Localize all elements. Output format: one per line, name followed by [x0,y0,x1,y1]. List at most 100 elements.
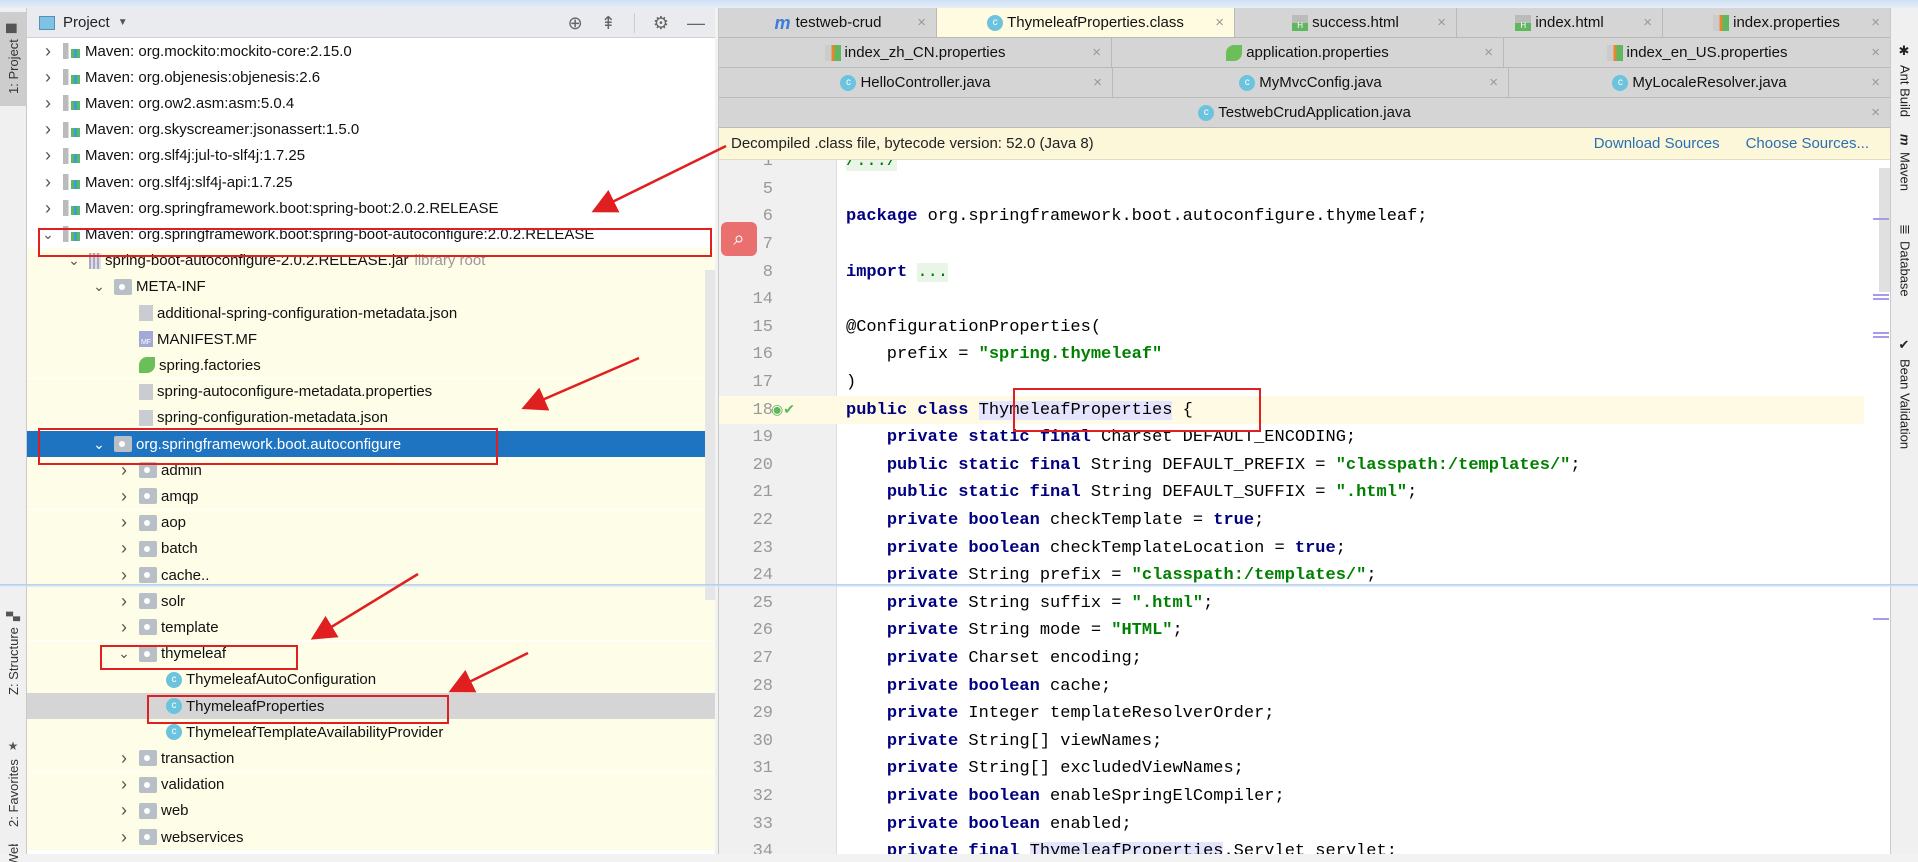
chevron-down-icon[interactable]: ⌄ [117,645,131,662]
tree-item[interactable]: › validation [27,771,715,798]
tool-tab-structure[interactable]: Z: Structure ▞ [0,598,27,708]
tree-item[interactable]: › aop [27,509,715,536]
close-icon[interactable]: × [1871,74,1880,91]
tree-item[interactable]: MF MANIFEST.MF [27,326,715,353]
tree-item[interactable]: ⌄ thymeleaf [27,640,715,667]
editor-tab[interactable]: c TestwebCrudApplication.java × [719,98,1891,127]
tree-item[interactable]: spring.factories [27,352,715,379]
chevron-right-icon[interactable]: › [117,486,131,507]
error-stripe-mark[interactable] [1873,294,1889,296]
tree-item[interactable]: › template [27,614,715,641]
tree-item[interactable]: › batch [27,535,715,562]
editor-tab[interactable]: c MyLocaleResolver.java × [1509,68,1891,97]
tree-item[interactable]: ⌄ META-INF [27,273,715,300]
chevron-right-icon[interactable]: › [41,145,55,166]
tree-item[interactable]: ⌄ Maven: org.springframework.boot:spring-… [27,221,715,247]
editor-tab[interactable]: c MyMvcConfig.java × [1113,68,1509,97]
editor-tab[interactable]: index.properties × [1663,8,1891,37]
implemented-gutter-icon[interactable]: ◉✔ [771,402,795,419]
chevron-down-icon[interactable]: ⌄ [92,436,106,453]
close-icon[interactable]: × [917,14,926,31]
tree-item[interactable]: c ThymeleafTemplateAvailabilityProvider [27,719,715,746]
chevron-right-icon[interactable]: › [117,460,131,481]
chevron-right-icon[interactable]: › [41,41,55,62]
error-stripe-mark[interactable] [1873,218,1889,220]
tree-item[interactable]: › Maven: org.mockito:mockito-core:2.15.0 [27,38,715,64]
tree-item[interactable]: › transaction [27,745,715,772]
tree-item[interactable]: › Maven: org.ow2.asm:asm:5.0.4 [27,90,715,116]
chevron-down-icon[interactable]: ⌄ [92,278,106,295]
chevron-right-icon[interactable]: › [117,800,131,821]
chevron-right-icon[interactable]: › [41,172,55,193]
close-icon[interactable]: × [1215,14,1224,31]
tool-tab-maven[interactable]: m Maven [1891,134,1918,204]
tree-item[interactable]: › Maven: org.slf4j:slf4j-api:1.7.25 [27,169,715,195]
project-scrollbar[interactable] [705,270,715,600]
editor-tab[interactable]: Hsuccess.html × [1235,8,1457,37]
editor-tab[interactable]: c HelloController.java × [719,68,1113,97]
close-icon[interactable]: × [1643,14,1652,31]
tool-tab-ant-build[interactable]: ✱ Ant Build [1891,44,1918,134]
editor-tab[interactable]: Hindex.html × [1457,8,1663,37]
chevron-right-icon[interactable]: › [41,198,55,219]
close-icon[interactable]: × [1871,104,1880,121]
close-icon[interactable]: × [1484,44,1493,61]
tool-tab-favorites[interactable]: 2: Favorites ★ [0,728,27,838]
editor-tab[interactable]: index_zh_CN.properties × [719,38,1112,67]
editor-tab[interactable]: m testweb-crud × [719,8,937,37]
tree-item[interactable]: ⌄ spring-boot-autoconfigure-2.0.2.RELEASE… [27,247,715,274]
editor-tab[interactable]: application.properties × [1112,38,1504,67]
chevron-right-icon[interactable]: › [117,748,131,769]
chevron-down-icon[interactable]: ⌄ [41,226,55,243]
minimize-icon[interactable]: — [687,13,705,34]
project-view-selector[interactable]: Project [63,14,110,31]
choose-sources-link[interactable]: Choose Sources... [1746,135,1869,152]
close-icon[interactable]: × [1489,74,1498,91]
tree-item[interactable]: c ThymeleafAutoConfiguration [27,666,715,693]
chevron-right-icon[interactable]: › [117,512,131,533]
code-editor[interactable]: 1 /.../ 5 6 package org.springframework.boot… [719,160,1891,854]
chevron-right-icon[interactable]: › [41,93,55,114]
tree-item[interactable]: › Maven: org.skyscreamer:jsonassert:1.5.0 [27,117,715,143]
gear-icon[interactable]: ⚙ [653,13,669,34]
tree-item[interactable]: spring-configuration-metadata.json [27,404,715,431]
tree-item[interactable]: › webservices [27,824,715,850]
tool-tab-web[interactable]: Web [0,844,27,862]
tool-tab-bean-validation[interactable]: ✔ Bean Validation [1891,338,1918,468]
tree-item[interactable]: › solr [27,588,715,615]
error-stripe-mark[interactable] [1873,332,1889,334]
tool-tab-database[interactable]: ≣ Database [1891,224,1918,308]
tree-item[interactable]: › admin [27,457,715,484]
locate-icon[interactable]: ⊕ [568,13,583,34]
chevron-right-icon[interactable]: › [41,67,55,88]
chevron-right-icon[interactable]: › [117,617,131,638]
editor-scrollbar[interactable] [1873,160,1891,854]
chevron-right-icon[interactable]: › [117,565,131,586]
search-icon[interactable]: ⌕ [721,222,757,256]
chevron-right-icon[interactable]: › [117,774,131,795]
tool-tab-project[interactable]: 1: Project ▆ [0,12,27,106]
tree-item[interactable]: › amqp [27,483,715,510]
tree-item[interactable]: ⌄ org.springframework.boot.autoconfigure [27,431,715,457]
close-icon[interactable]: × [1437,14,1446,31]
close-icon[interactable]: × [1871,44,1880,61]
tree-item[interactable]: › web [27,797,715,824]
editor-tab[interactable]: c ThymeleafProperties.class × [937,8,1235,37]
tree-item[interactable]: › Maven: org.springframework.boot:spring-… [27,195,715,221]
tree-item[interactable]: c ThymeleafProperties [27,693,715,719]
collapse-all-icon[interactable]: ⇞ [601,13,616,34]
chevron-down-icon[interactable]: ▼ [118,17,128,28]
tree-item[interactable]: spring-autoconfigure-metadata.properties [27,378,715,405]
download-sources-link[interactable]: Download Sources [1594,135,1720,152]
error-stripe-mark[interactable] [1873,336,1889,338]
close-icon[interactable]: × [1092,44,1101,61]
chevron-right-icon[interactable]: › [117,827,131,848]
error-stripe-mark[interactable] [1873,618,1889,620]
chevron-down-icon[interactable]: ⌄ [67,252,81,269]
tree-item[interactable]: additional-spring-configuration-metadata… [27,300,715,326]
error-stripe-mark[interactable] [1873,298,1889,300]
editor-tab[interactable]: index_en_US.properties × [1504,38,1891,67]
close-icon[interactable]: × [1093,74,1102,91]
chevron-right-icon[interactable]: › [117,591,131,612]
tree-item[interactable]: › Maven: org.objenesis:objenesis:2.6 [27,64,715,90]
